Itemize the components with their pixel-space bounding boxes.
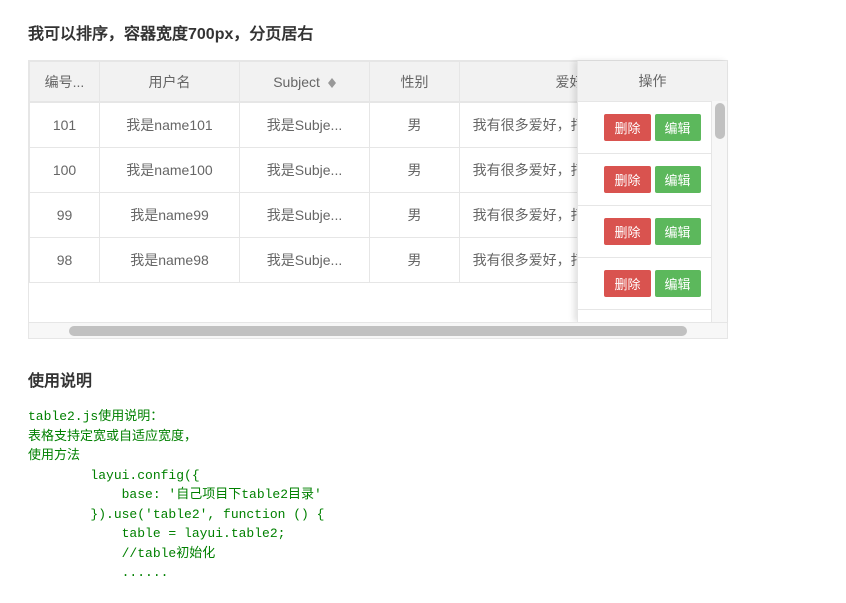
cell-op: 删除编辑: [578, 206, 727, 258]
cell-username: 我是name100: [100, 148, 240, 193]
delete-button[interactable]: 删除: [604, 166, 650, 193]
delete-button[interactable]: 删除: [604, 218, 650, 245]
cell-op: 删除编辑: [578, 154, 727, 206]
cell-subject: 我是Subje...: [240, 148, 370, 193]
edit-button[interactable]: 编辑: [655, 166, 701, 193]
cell-id: 99: [30, 193, 100, 238]
edit-button[interactable]: 编辑: [655, 218, 701, 245]
cell-username: 我是name99: [100, 193, 240, 238]
cell-id: 98: [30, 238, 100, 283]
fixed-operation-column: 操作 删除编辑删除编辑删除编辑删除编辑删除编辑: [577, 61, 727, 322]
col-header-subject[interactable]: Subject: [240, 62, 370, 102]
cell-op: 删除编辑: [578, 310, 727, 322]
cell-id: 101: [30, 103, 100, 148]
cell-gender: 男: [370, 238, 460, 283]
usage-heading: 使用说明: [28, 367, 818, 391]
cell-subject: 我是Subje...: [240, 193, 370, 238]
delete-button[interactable]: 删除: [604, 270, 650, 297]
table-row: 删除编辑: [578, 206, 727, 258]
cell-username: 我是name98: [100, 238, 240, 283]
col-header-gender[interactable]: 性别: [370, 62, 460, 102]
data-table-container: 编号... 用户名 Subject 性别 爱好 操作: [28, 60, 728, 339]
col-header-username[interactable]: 用户名: [100, 62, 240, 102]
table-row: 删除编辑: [578, 102, 727, 154]
col-header-id[interactable]: 编号...: [30, 62, 100, 102]
horizontal-scrollbar[interactable]: [29, 322, 727, 338]
delete-button[interactable]: 删除: [604, 114, 650, 141]
edit-button[interactable]: 编辑: [655, 114, 701, 141]
cell-op: 删除编辑: [578, 102, 727, 154]
edit-button[interactable]: 编辑: [655, 270, 701, 297]
cell-op: 删除编辑: [578, 258, 727, 310]
table-row: 删除编辑: [578, 310, 727, 322]
fixed-col-header-op: 操作: [578, 61, 727, 101]
cell-subject: 我是Subje...: [240, 103, 370, 148]
cell-id: 100: [30, 148, 100, 193]
cell-username: 我是name101: [100, 103, 240, 148]
cell-gender: 男: [370, 193, 460, 238]
cell-gender: 男: [370, 103, 460, 148]
cell-gender: 男: [370, 148, 460, 193]
sort-icon[interactable]: [328, 78, 336, 88]
cell-subject: 我是Subje...: [240, 238, 370, 283]
usage-code-block: table2.js使用说明： 表格支持定宽或自适应宽度， 使用方法 layui.…: [28, 407, 818, 583]
table-row: 删除编辑: [578, 258, 727, 310]
table-row: 删除编辑: [578, 154, 727, 206]
vertical-scrollbar[interactable]: [711, 101, 727, 322]
horizontal-scrollbar-thumb[interactable]: [69, 326, 687, 336]
col-header-subject-label: Subject: [273, 74, 320, 90]
page-title: 我可以排序，容器宽度700px，分页居右: [28, 20, 818, 44]
